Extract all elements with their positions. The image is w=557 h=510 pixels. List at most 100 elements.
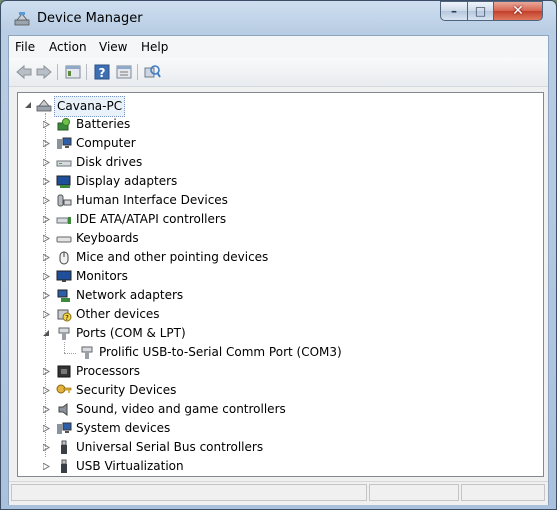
tree-item-human-interface-devices[interactable]: Human Interface Devices (22, 191, 522, 210)
port-icon (58, 327, 70, 340)
monitor-icon (56, 270, 72, 282)
expand-arrow-icon[interactable] (43, 121, 50, 128)
tree-item-ports[interactable]: Ports (COM & LPT) (22, 324, 522, 343)
computer-root-icon (36, 99, 52, 112)
tree-item-label: Security Devices (76, 383, 177, 397)
hid-icon (57, 194, 72, 207)
tree-item-label: IDE ATA/ATAPI controllers (76, 212, 227, 226)
tree-item-mice[interactable]: Mice and other pointing devices (22, 248, 522, 267)
tree-item-label: Sound, video and game controllers (76, 402, 286, 416)
tree-item-label: Monitors (76, 269, 128, 283)
tree-root[interactable]: Cavana-PC (22, 96, 222, 117)
expand-arrow-icon[interactable] (43, 273, 50, 280)
toolbar-separator (86, 64, 87, 80)
tree-item-security-devices[interactable]: Security Devices (22, 381, 522, 400)
battery-icon (57, 118, 70, 131)
tree-item-label: Batteries (76, 117, 131, 131)
window-title: Device Manager (37, 11, 143, 26)
tree-item-label: System devices (76, 421, 171, 435)
tree-item-usb-controllers[interactable]: Universal Serial Bus controllers (22, 438, 522, 457)
view-icon[interactable] (115, 63, 133, 81)
tree-item-label: Keyboards (76, 231, 139, 245)
expand-arrow-icon[interactable] (43, 311, 50, 318)
tree-item-sound-controllers[interactable]: Sound, video and game controllers (22, 400, 522, 419)
expand-arrow-icon[interactable] (43, 140, 50, 147)
tree-item-computer[interactable]: Computer (22, 134, 522, 153)
device-manager-icon (14, 12, 30, 26)
device-tree: Cavana-PC Batteries Computer Disk drives (17, 92, 544, 477)
speaker-icon (58, 403, 68, 416)
expand-arrow-icon[interactable] (43, 425, 50, 432)
title-bar[interactable]: Device Manager – □ ✕ (1, 1, 556, 35)
menu-view[interactable]: View (93, 39, 133, 55)
toolbar-separator (57, 64, 58, 80)
port-icon (81, 346, 93, 359)
minimize-icon: – (451, 4, 457, 18)
expand-arrow-icon[interactable] (43, 463, 50, 470)
tree-item-keyboards[interactable]: Keyboards (22, 229, 522, 248)
tree-item-batteries[interactable]: Batteries (22, 115, 522, 134)
expand-arrow-icon[interactable] (43, 444, 50, 451)
tree-item-processors[interactable]: Processors (22, 362, 522, 381)
menu-action[interactable]: Action (43, 39, 93, 55)
tree-item-prolific-port[interactable]: Prolific USB-to-Serial Comm Port (COM3) (22, 343, 522, 362)
toolbar: ? (9, 58, 548, 87)
maximize-button[interactable]: □ (467, 1, 494, 21)
properties-icon[interactable] (64, 63, 82, 81)
expand-arrow-icon[interactable] (43, 368, 50, 375)
back-arrow-icon[interactable] (15, 63, 33, 81)
expand-arrow-icon[interactable] (43, 292, 50, 299)
tree-item-system-devices[interactable]: System devices (22, 419, 522, 438)
tree-item-disk-drives[interactable]: Disk drives (22, 153, 522, 172)
maximize-icon: □ (474, 4, 487, 18)
menu-bar: File Action View Help (9, 36, 548, 58)
menu-file[interactable]: File (9, 39, 41, 55)
expand-arrow-icon[interactable] (43, 178, 50, 185)
tree-item-network-adapters[interactable]: Network adapters (22, 286, 522, 305)
tree-item-usb-virtualization[interactable]: USB Virtualization (22, 457, 522, 476)
expand-arrow-icon[interactable] (43, 216, 50, 223)
collapse-arrow-icon[interactable] (43, 330, 50, 337)
close-icon: ✕ (512, 3, 524, 19)
tree-item-label: Prolific USB-to-Serial Comm Port (COM3) (99, 345, 342, 359)
expand-arrow-icon[interactable] (43, 254, 50, 261)
tree-item-label: Universal Serial Bus controllers (76, 440, 264, 454)
network-adapter-icon (57, 289, 70, 302)
tree-item-label: Human Interface Devices (76, 193, 228, 207)
close-button[interactable]: ✕ (493, 1, 543, 21)
tree-item-label: Processors (76, 364, 141, 378)
other-device-icon: ? (57, 309, 72, 322)
client-area: File Action View Help ? Cavana-PC Batter… (8, 35, 549, 505)
tree-item-label: Mice and other pointing devices (76, 250, 269, 264)
usb-plug-icon (61, 459, 67, 473)
expand-arrow-icon[interactable] (43, 235, 50, 242)
forward-arrow-icon[interactable] (35, 63, 53, 81)
help-icon[interactable]: ? (93, 63, 111, 81)
keyboard-icon (56, 236, 72, 243)
svg-text:?: ? (99, 66, 106, 80)
tree-item-other-devices[interactable]: ? Other devices (22, 305, 522, 324)
processor-icon (57, 365, 71, 378)
ide-controller-icon (56, 217, 71, 224)
tree-item-label: Display adapters (76, 174, 178, 188)
device-manager-window: Device Manager – □ ✕ File Action View He… (0, 0, 557, 510)
mouse-icon (59, 251, 69, 265)
expand-arrow-icon[interactable] (43, 406, 50, 413)
expand-arrow-icon[interactable] (43, 159, 50, 166)
collapse-arrow-icon[interactable] (25, 102, 32, 109)
expand-arrow-icon[interactable] (43, 197, 50, 204)
scan-hardware-icon[interactable] (143, 63, 161, 81)
menu-help[interactable]: Help (135, 39, 174, 55)
security-key-icon (56, 384, 72, 394)
disk-drive-icon (56, 160, 72, 167)
status-cell (11, 484, 367, 501)
svg-text:?: ? (65, 314, 69, 322)
tree-item-display-adapters[interactable]: Display adapters (22, 172, 522, 191)
tree-item-label: Computer (76, 136, 136, 150)
tree-item-ide-controllers[interactable]: IDE ATA/ATAPI controllers (22, 210, 522, 229)
tree-item-monitors[interactable]: Monitors (22, 267, 522, 286)
tree-item-label: Network adapters (76, 288, 184, 302)
minimize-button[interactable]: – (440, 1, 468, 21)
tree-root-label: Cavana-PC (54, 96, 126, 117)
expand-arrow-icon[interactable] (43, 387, 50, 394)
